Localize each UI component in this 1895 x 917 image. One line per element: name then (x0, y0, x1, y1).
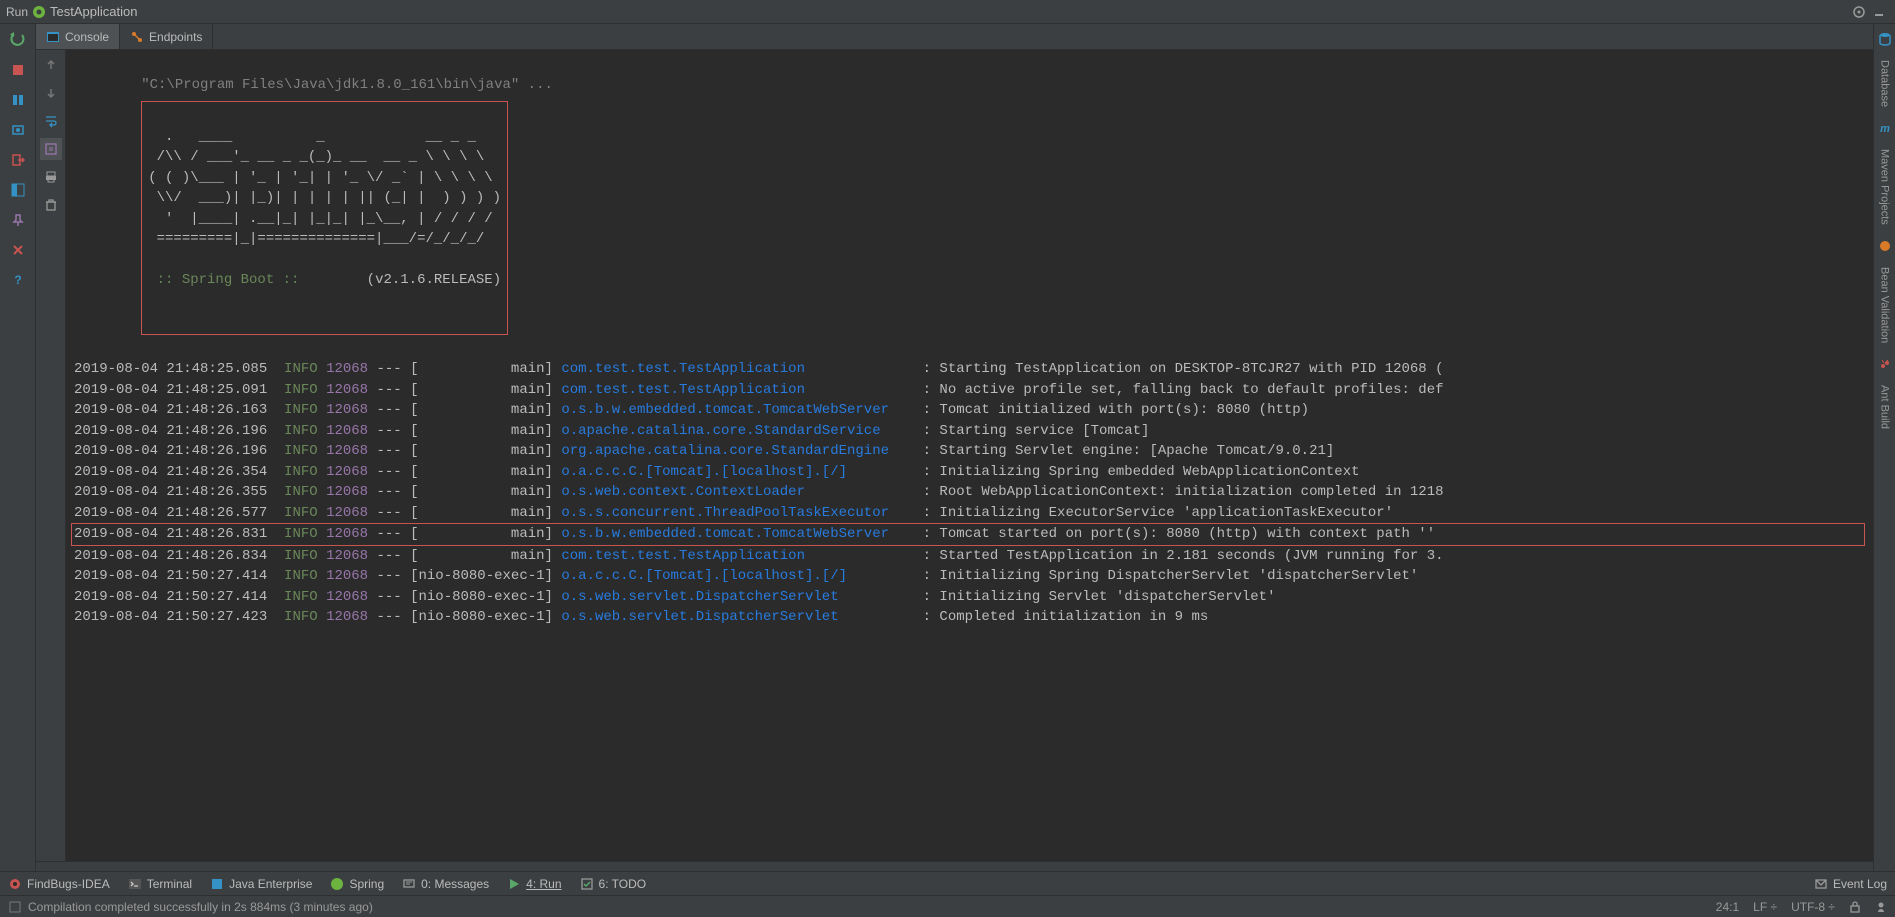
soft-wrap-button[interactable] (40, 110, 62, 132)
file-encoding[interactable]: UTF-8 ÷ (1791, 900, 1835, 914)
horizontal-scrollbar[interactable] (36, 861, 1873, 871)
right-tab-ant[interactable]: Ant Build (1879, 385, 1891, 429)
log-row: 2019-08-04 21:48:26.163 INFO 12068 --- [… (74, 400, 1865, 421)
log-row: 2019-08-04 21:50:27.423 INFO 12068 --- [… (74, 607, 1865, 628)
log-row: 2019-08-04 21:48:26.196 INFO 12068 --- [… (74, 421, 1865, 442)
tab-console[interactable]: Console (36, 24, 120, 49)
run-toolwindow-header: Run TestApplication (0, 0, 1895, 24)
tool-terminal-label: Terminal (147, 877, 192, 891)
tab-console-label: Console (65, 30, 109, 44)
todo-icon (580, 877, 594, 891)
help-button[interactable]: ? (6, 268, 30, 292)
tool-run[interactable]: 4: Run (507, 877, 561, 891)
spring-banner-ascii: . ____ _ __ _ _ /\\ / ___'_ __ _ _(_)_ _… (148, 127, 501, 250)
tool-spring[interactable]: Spring (330, 877, 384, 891)
status-icon (8, 900, 22, 914)
svg-text:m: m (1880, 123, 1890, 135)
command-line: "C:\Program Files\Java\jdk1.8.0_161\bin\… (141, 77, 553, 93)
hector-icon[interactable] (1875, 901, 1887, 913)
scroll-to-end-button[interactable] (40, 138, 62, 160)
tool-run-label: 4: Run (526, 877, 561, 891)
dump-threads-button[interactable] (6, 118, 30, 142)
status-bar: Compilation completed successfully in 2s… (0, 895, 1895, 917)
caret-position[interactable]: 24:1 (1716, 900, 1739, 914)
down-arrow-icon[interactable] (40, 82, 62, 104)
lock-icon[interactable] (1849, 901, 1861, 913)
tool-javaee[interactable]: Java Enterprise (210, 877, 312, 891)
right-tab-maven[interactable]: Maven Projects (1879, 149, 1891, 225)
up-arrow-icon[interactable] (40, 54, 62, 76)
console-icon (46, 30, 60, 44)
tool-todo[interactable]: 6: TODO (580, 877, 647, 891)
console-output[interactable]: "C:\Program Files\Java\jdk1.8.0_161\bin\… (66, 50, 1873, 861)
tool-eventlog-label: Event Log (1833, 877, 1887, 891)
tool-spring-label: Spring (349, 877, 384, 891)
tab-endpoints-label: Endpoints (149, 30, 202, 44)
tab-endpoints[interactable]: Endpoints (120, 24, 213, 49)
tool-findbugs[interactable]: FindBugs-IDEA (8, 877, 110, 891)
right-tab-database[interactable]: Database (1879, 60, 1891, 107)
run-label: Run (6, 5, 28, 19)
ant-icon (1878, 357, 1892, 371)
run-icon (507, 877, 521, 891)
tool-javaee-label: Java Enterprise (229, 877, 312, 891)
eventlog-icon (1814, 877, 1828, 891)
minimize-icon[interactable] (1869, 2, 1889, 22)
spring-banner-version: (v2.1.6.RELEASE) (367, 272, 501, 288)
right-tab-bean-validation[interactable]: Bean Validation (1879, 267, 1891, 343)
svg-text:?: ? (14, 273, 21, 287)
tool-messages[interactable]: 0: Messages (402, 877, 489, 891)
messages-icon (402, 877, 416, 891)
maven-icon: m (1878, 121, 1892, 135)
database-icon (1878, 32, 1892, 46)
print-button[interactable] (40, 166, 62, 188)
gear-icon[interactable] (1849, 2, 1869, 22)
tool-terminal[interactable]: Terminal (128, 877, 192, 891)
spring-banner-box: . ____ _ __ _ _ /\\ / ___'_ __ _ _(_)_ _… (141, 101, 508, 335)
pin-button[interactable] (6, 208, 30, 232)
console-tabs: Console Endpoints (36, 24, 1873, 50)
terminal-icon (128, 877, 142, 891)
line-separator[interactable]: LF ÷ (1753, 900, 1777, 914)
tool-findbugs-label: FindBugs-IDEA (27, 877, 110, 891)
spring-boot-icon (32, 5, 46, 19)
bottom-tool-strip: FindBugs-IDEA Terminal Java Enterprise S… (0, 871, 1895, 895)
console-gutter (36, 50, 66, 861)
javaee-icon (210, 877, 224, 891)
tool-eventlog[interactable]: Event Log (1814, 877, 1887, 891)
log-row: 2019-08-04 21:50:27.414 INFO 12068 --- [… (74, 566, 1865, 587)
endpoints-icon (130, 30, 144, 44)
log-row: 2019-08-04 21:48:26.355 INFO 12068 --- [… (74, 482, 1865, 503)
log-row: 2019-08-04 21:50:27.414 INFO 12068 --- [… (74, 587, 1865, 608)
pause-button[interactable] (6, 88, 30, 112)
log-row: 2019-08-04 21:48:25.085 INFO 12068 --- [… (74, 359, 1865, 380)
layout-button[interactable] (6, 178, 30, 202)
log-row: 2019-08-04 21:48:26.831 INFO 12068 --- [… (71, 523, 1865, 546)
log-row: 2019-08-04 21:48:26.834 INFO 12068 --- [… (74, 546, 1865, 567)
rerun-button[interactable] (6, 28, 30, 52)
log-row: 2019-08-04 21:48:26.577 INFO 12068 --- [… (74, 503, 1865, 524)
close-button[interactable] (6, 238, 30, 262)
spring-icon (330, 877, 344, 891)
findbugs-icon (8, 877, 22, 891)
status-message: Compilation completed successfully in 2s… (28, 900, 373, 914)
clear-all-button[interactable] (40, 194, 62, 216)
spring-banner-label: :: Spring Boot :: (148, 272, 308, 288)
tool-todo-label: 6: TODO (599, 877, 647, 891)
right-tool-strip: Database m Maven Projects Bean Validatio… (1873, 24, 1895, 871)
tool-messages-label: 0: Messages (421, 877, 489, 891)
stop-button[interactable] (6, 58, 30, 82)
run-left-toolbar: ? (0, 24, 36, 871)
log-lines-container: 2019-08-04 21:48:25.085 INFO 12068 --- [… (74, 359, 1865, 628)
run-config-name: TestApplication (50, 4, 137, 19)
exit-button[interactable] (6, 148, 30, 172)
log-row: 2019-08-04 21:48:26.196 INFO 12068 --- [… (74, 441, 1865, 462)
bean-validation-icon (1878, 239, 1892, 253)
log-row: 2019-08-04 21:48:26.354 INFO 12068 --- [… (74, 462, 1865, 483)
log-row: 2019-08-04 21:48:25.091 INFO 12068 --- [… (74, 380, 1865, 401)
